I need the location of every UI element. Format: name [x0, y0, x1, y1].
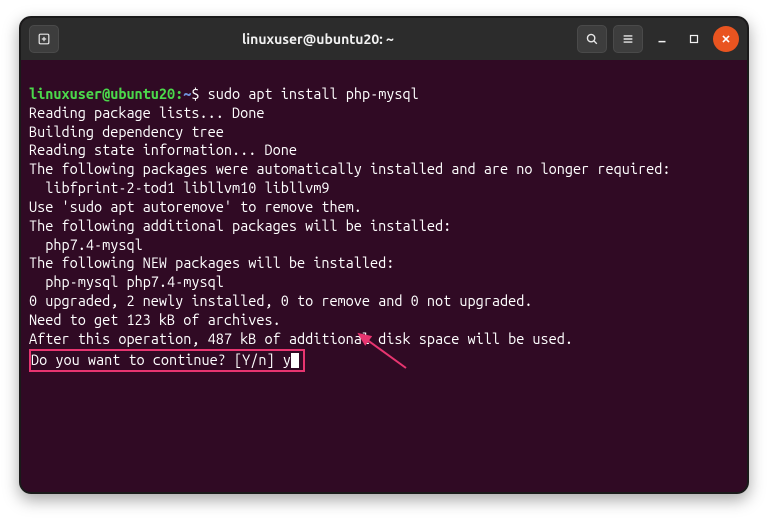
titlebar-left: [29, 25, 59, 53]
continue-prompt: Do you want to continue? [Y/n]: [31, 351, 283, 368]
hamburger-menu-button[interactable]: [613, 25, 643, 53]
prompt-user-host: linuxuser@ubuntu20: [29, 85, 175, 102]
search-button[interactable]: [577, 25, 607, 53]
command-text: sudo apt install php-mysql: [208, 85, 419, 102]
prompt-symbol: $: [191, 85, 199, 102]
minimize-button[interactable]: [649, 26, 675, 52]
output-line: The following additional packages will b…: [29, 217, 451, 234]
terminal-window: linuxuser@ubuntu20: ~: [19, 16, 749, 494]
output-line: Reading state information... Done: [29, 141, 297, 158]
new-tab-icon: [37, 32, 51, 46]
minimize-icon: [655, 32, 669, 46]
output-line: libfprint-2-tod1 libllvm10 libllvm9: [29, 179, 329, 196]
output-line: The following packages were automaticall…: [29, 160, 670, 177]
titlebar-right: [577, 25, 739, 53]
titlebar: linuxuser@ubuntu20: ~: [21, 18, 747, 60]
output-line: Need to get 123 kB of archives.: [29, 311, 281, 328]
maximize-icon: [687, 32, 701, 46]
window-title: linuxuser@ubuntu20: ~: [67, 31, 569, 47]
terminal-body[interactable]: linuxuser@ubuntu20:~$ sudo apt install p…: [21, 60, 747, 492]
new-tab-button[interactable]: [29, 25, 59, 53]
output-line: Building dependency tree: [29, 123, 224, 140]
output-line: After this operation, 487 kB of addition…: [29, 330, 573, 347]
output-line: php7.4-mysql: [29, 236, 143, 253]
output-line: php-mysql php7.4-mysql: [29, 273, 224, 290]
maximize-button[interactable]: [681, 26, 707, 52]
search-icon: [585, 32, 599, 46]
menu-icon: [621, 32, 635, 46]
output-line: 0 upgraded, 2 newly installed, 0 to remo…: [29, 292, 532, 309]
user-response: y: [283, 351, 291, 368]
cursor: [291, 353, 299, 368]
output-line: The following NEW packages will be insta…: [29, 254, 394, 271]
close-button[interactable]: [713, 26, 739, 52]
highlighted-prompt: Do you want to continue? [Y/n] y: [29, 349, 305, 372]
output-line: Reading package lists... Done: [29, 104, 264, 121]
output-line: Use 'sudo apt autoremove' to remove them…: [29, 198, 362, 215]
close-icon: [719, 32, 733, 46]
